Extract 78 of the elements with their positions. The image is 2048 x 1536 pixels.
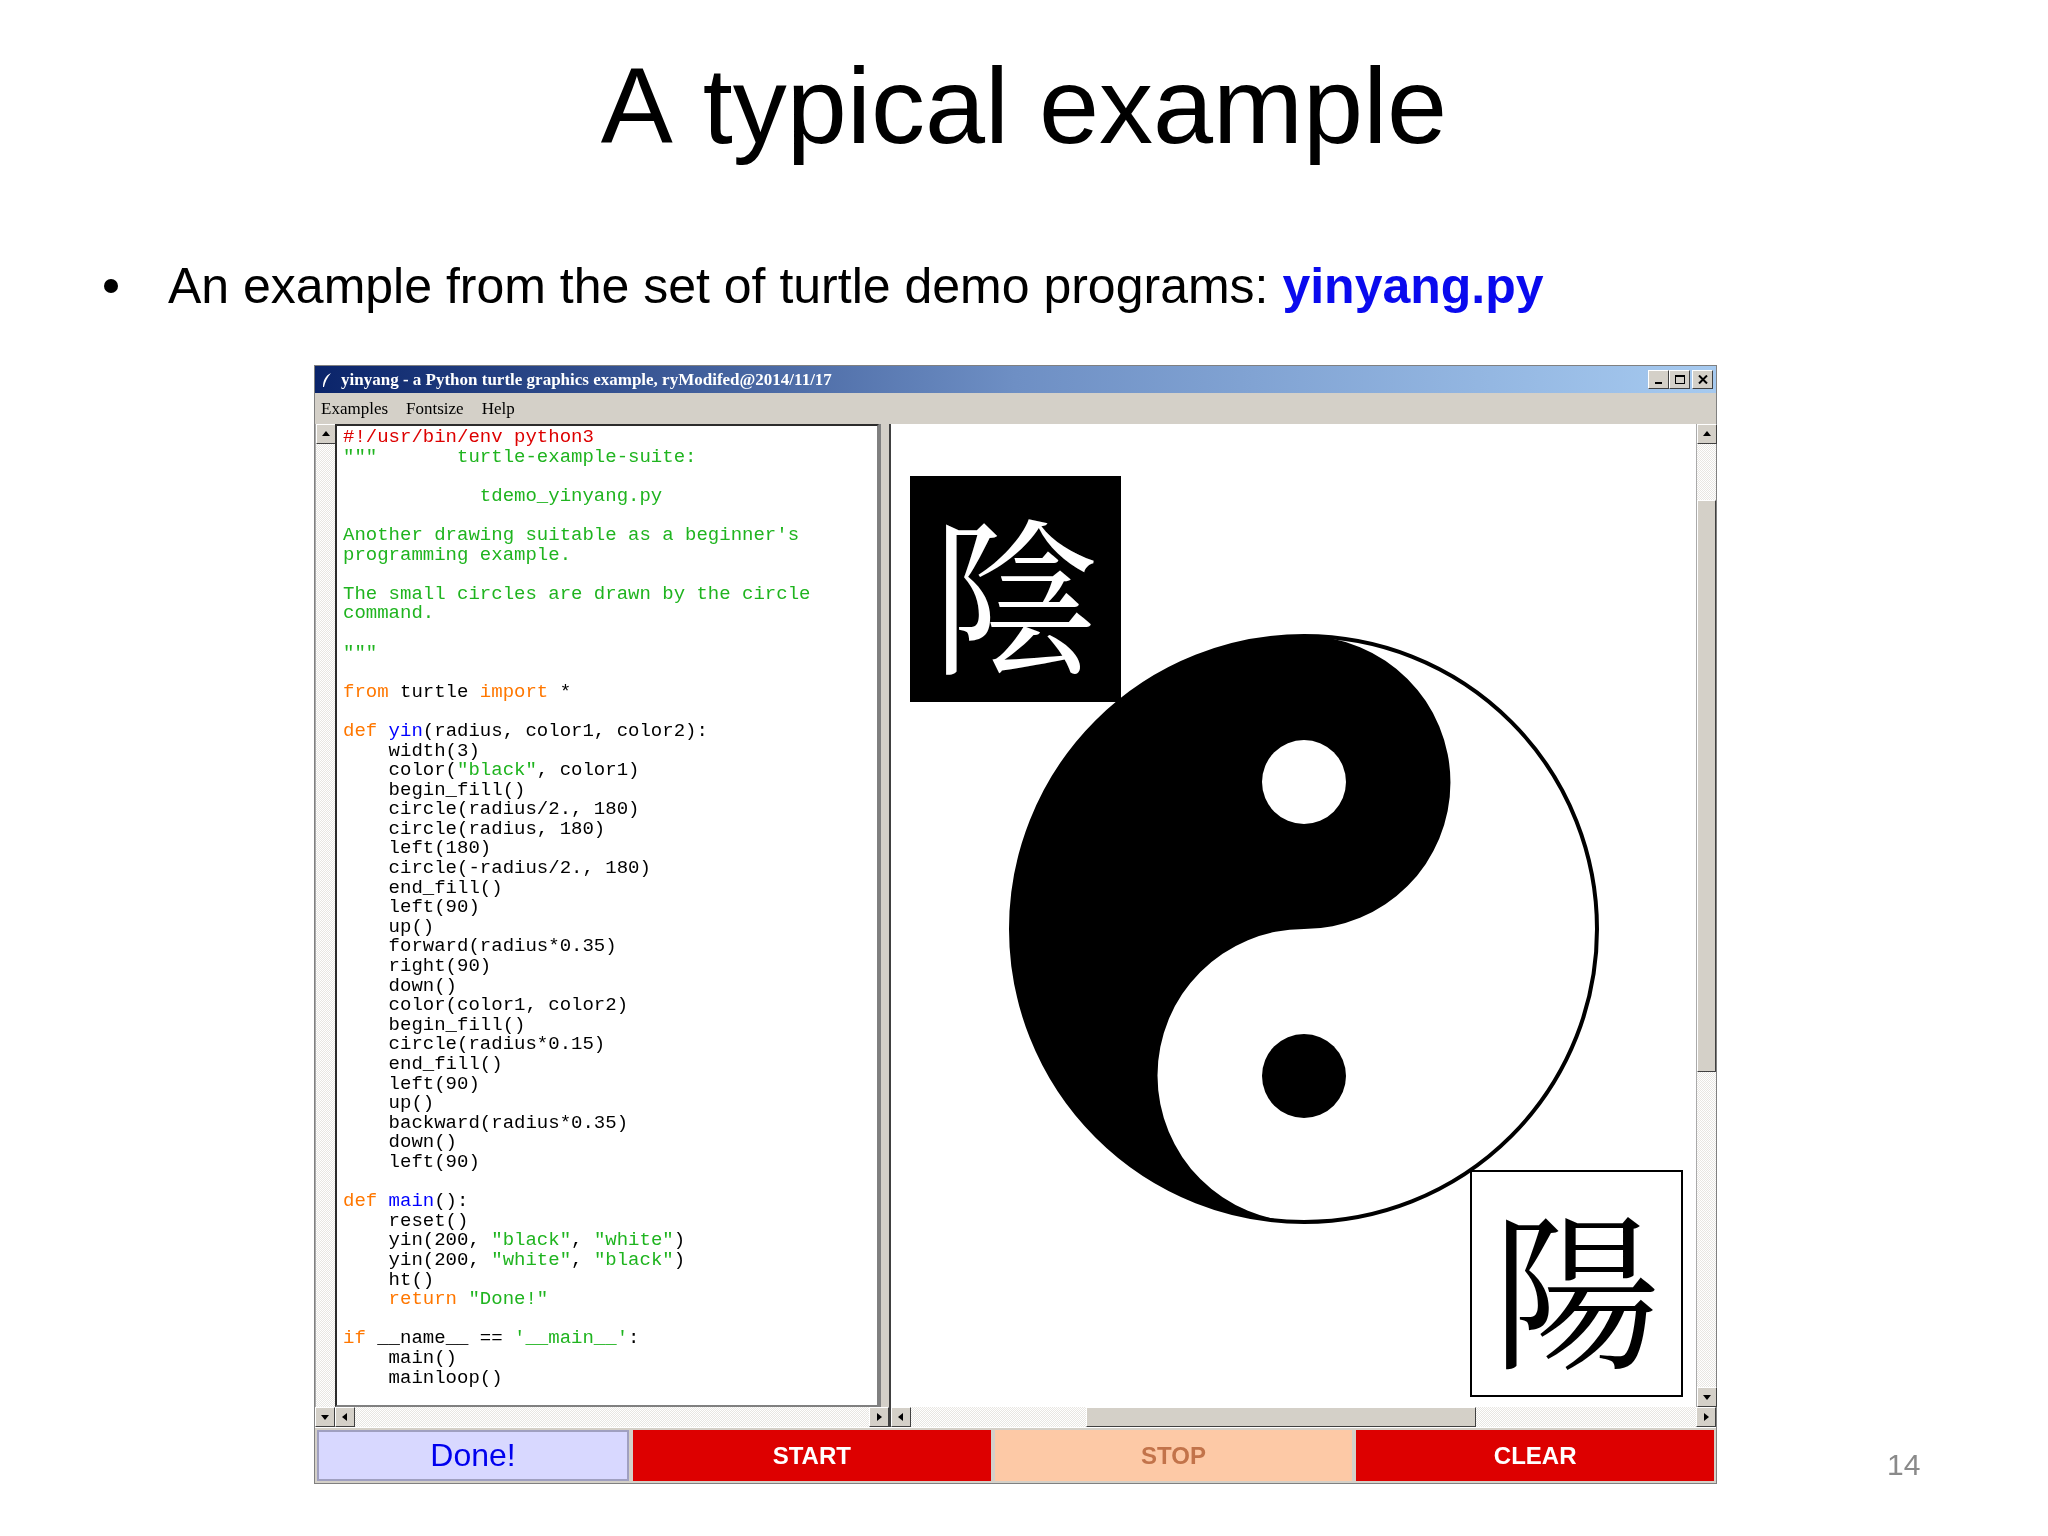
scroll-left-button[interactable] [891,1407,911,1427]
close-button[interactable] [1692,370,1713,389]
down-arrow-icon [1702,1392,1712,1402]
minimize-button[interactable] [1648,370,1669,389]
code-line: circle(radius, 180) [387,819,606,840]
code-line: #!/usr/bin/env python3 [343,428,595,448]
close-icon [1697,375,1708,384]
code-line: from turtle import * [343,682,573,703]
character-label: 陽 [1470,1170,1683,1397]
code-line: yin(200, "black", "white") [387,1231,687,1251]
code-line: color(color1, color2) [387,996,630,1016]
code-line: circle(-radius/2., 180) [387,859,652,879]
page-number: 14 [1887,1448,1921,1482]
character-label: 陰 [910,476,1121,702]
code-line: left(90) [387,898,480,918]
code-line: The small circles are drawn by the circle [343,584,812,605]
code-line: """ [343,643,379,664]
code-line: """ turtle-example-suite: [343,447,698,468]
up-arrow-icon [1702,429,1712,439]
code-line: end_fill() [387,878,503,899]
code-line: return "Done!" [387,1290,550,1310]
code-line: forward(radius*0.35) [387,937,618,958]
right-arrow-icon [1701,1412,1711,1422]
code-line: circle(radius*0.15) [387,1035,607,1055]
action-button[interactable]: CLEAR [1356,1430,1714,1481]
code-line: reset() [387,1211,470,1232]
code-line: up() [387,1094,435,1114]
up-arrow-icon [321,429,331,439]
code-editor[interactable] [335,424,879,1407]
scroll-down-button[interactable] [1697,1387,1717,1407]
code-line: programming example. [343,545,573,566]
scroll-down-button[interactable] [315,1407,335,1427]
bullet-text: An example from the set of turtle demo programs: yinyang.py [168,257,1544,316]
scroll-up-button[interactable] [1697,424,1717,444]
code-line: right(90) [387,957,493,977]
code-line: left(90) [387,1074,480,1095]
action-button[interactable]: START [633,1430,991,1481]
scroll-left-button[interactable] [335,1407,355,1427]
code-line: color("black", color1) [387,761,641,781]
bullet-icon [104,279,118,293]
scroll-up-button[interactable] [316,424,336,444]
code-line: def yin(radius, color1, color2): [343,721,709,742]
code-line: begin_fill() [387,780,527,801]
down-arrow-icon [320,1412,330,1422]
code-line: backward(radius*0.35) [387,1113,630,1134]
left-arrow-icon [896,1412,906,1422]
code-line: yin(200, "white", "black") [387,1250,687,1271]
menu-item[interactable]: Examples [321,398,389,419]
code-line: down() [387,976,458,997]
code-line: if __name__ == '__main__': [343,1329,641,1349]
right-arrow-icon [874,1412,884,1422]
status-label: Done! [317,1430,629,1481]
code-line: up() [387,917,435,938]
code-line: main() [387,1348,459,1369]
code-line: ht() [387,1270,435,1291]
maximize-button[interactable] [1669,370,1690,389]
code-line: end_fill() [387,1055,504,1075]
feather-icon [321,371,333,388]
scroll-right-button[interactable] [1696,1407,1716,1427]
code-line: command. [343,604,436,624]
slide-title: A typical example [599,44,1449,168]
menu-item[interactable]: Help [481,398,515,419]
window-title: yinyang - a Python turtle graphics example, ryModifed@2014/11/17 [341,369,833,390]
code-line: left(180) [387,839,492,860]
code-line: tdemo_yinyang.py [478,486,664,507]
maximize-icon [1674,375,1685,384]
minimize-icon [1655,381,1662,384]
menu-item[interactable]: Fontsize [406,398,464,419]
left-arrow-icon [340,1412,350,1422]
code-line: down() [387,1133,458,1153]
code-line: left(90) [387,1152,481,1173]
code-line: width(3) [387,741,480,762]
scroll-right-button[interactable] [869,1407,889,1427]
code-line: begin_fill() [387,1015,526,1036]
code-line: def main(): [343,1192,470,1212]
code-line: circle(radius/2., 180) [387,800,641,820]
code-line: Another drawing suitable as a beginner's [343,525,801,546]
code-line: mainloop() [387,1368,504,1389]
